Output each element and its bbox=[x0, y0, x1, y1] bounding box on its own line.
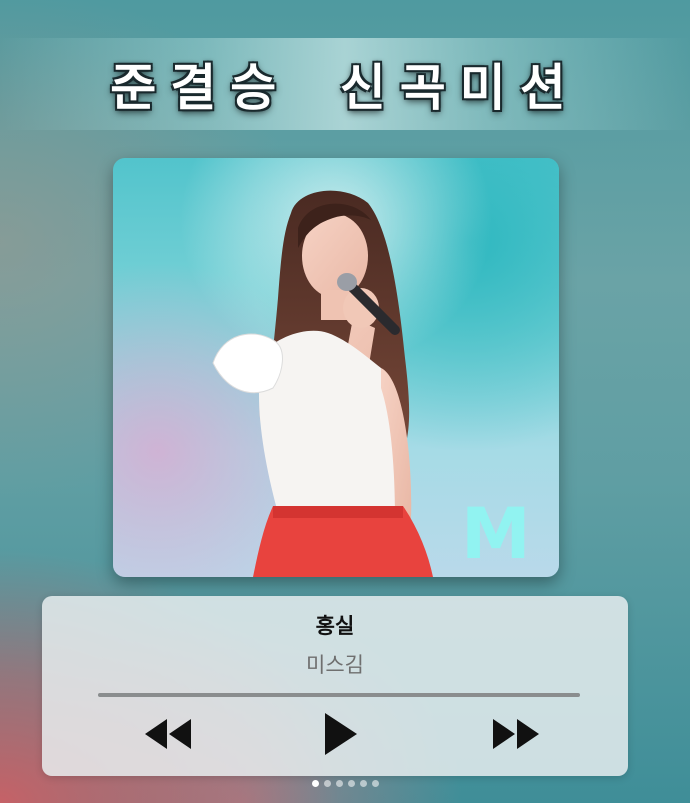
page-dot-2[interactable] bbox=[323, 780, 331, 787]
rewind-icon bbox=[145, 719, 191, 749]
page-dot-3[interactable] bbox=[335, 780, 343, 787]
page-dot-6[interactable] bbox=[371, 780, 379, 787]
page-dot-5[interactable] bbox=[359, 780, 367, 787]
page-title: 준결승 신곡미션 bbox=[110, 59, 580, 117]
album-art: M bbox=[113, 158, 559, 577]
song-title: 홍실 bbox=[315, 614, 355, 638]
previous-button[interactable] bbox=[140, 712, 196, 756]
progress-bar[interactable] bbox=[98, 693, 580, 697]
player-card: 홍실 미스김 bbox=[42, 596, 628, 776]
page-indicator bbox=[0, 780, 690, 787]
title-banner: 준결승 신곡미션 bbox=[0, 38, 690, 130]
watermark-m-logo: M bbox=[461, 493, 531, 575]
page-dot-1[interactable] bbox=[311, 780, 319, 787]
page-dot-4[interactable] bbox=[347, 780, 355, 787]
play-icon bbox=[325, 713, 357, 755]
next-button[interactable] bbox=[488, 712, 544, 756]
play-button[interactable] bbox=[316, 708, 366, 760]
song-artist: 미스김 bbox=[306, 653, 364, 677]
fast-forward-icon bbox=[493, 719, 539, 749]
